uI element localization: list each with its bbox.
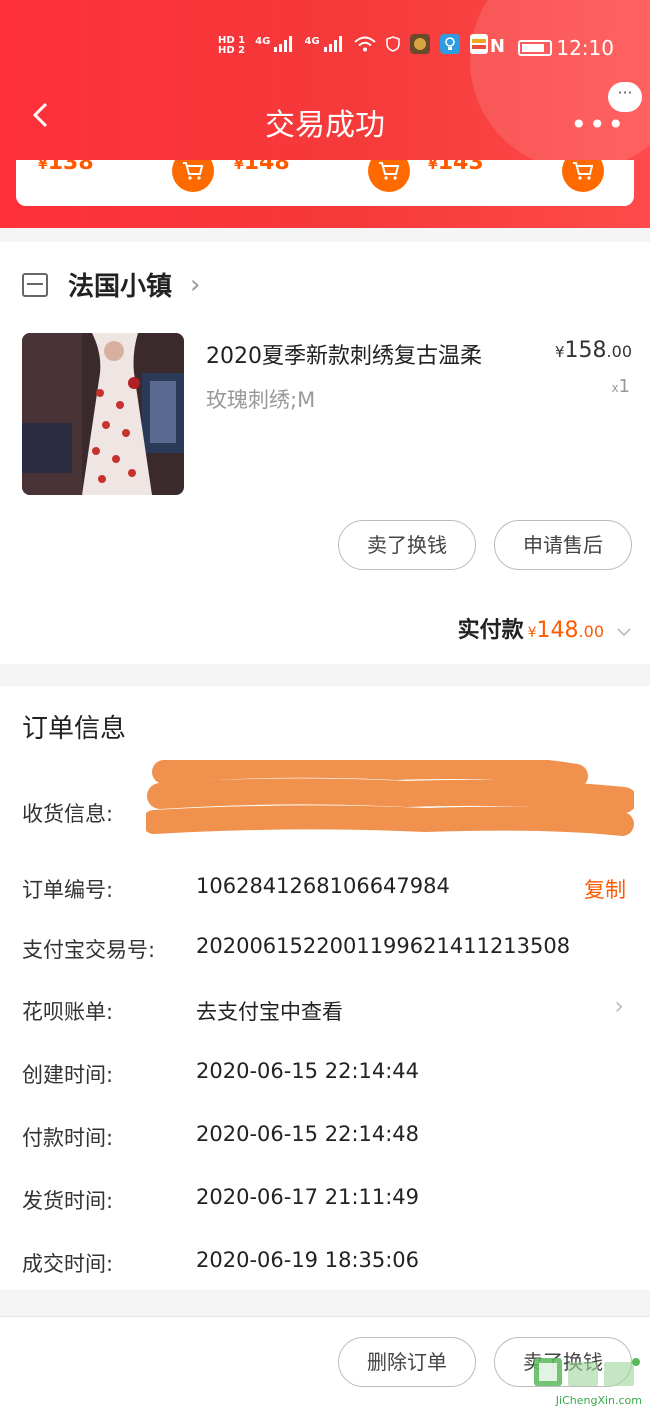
shipping-info-label: 收货信息:	[22, 802, 114, 826]
payment-time-label: 付款时间:	[22, 1126, 114, 1150]
completed-time-value: 2020-06-19 18:35:06	[196, 1248, 420, 1272]
shield-icon	[386, 36, 400, 55]
redaction-scribble	[146, 760, 634, 836]
chevron-right-icon[interactable]: ›	[614, 992, 624, 1020]
quantity-prefix: x	[611, 381, 619, 395]
price-decimal: .00	[606, 342, 632, 361]
recommend-item[interactable]: ¥143	[428, 160, 484, 175]
paid-label: 实付款	[457, 618, 524, 643]
cart-icon[interactable]	[172, 160, 214, 192]
product-title[interactable]: 2020夏季新款刺绣复古温柔	[206, 338, 482, 370]
order-number-label: 订单编号:	[22, 878, 114, 902]
after-sale-button[interactable]: 申请售后	[494, 520, 632, 570]
status-bar: HD 1 HD 2 4G 4G N 12:10	[0, 28, 650, 68]
order-card: 法国小镇 › 2020夏季新款刺绣复古温柔 玫瑰刺绣;M ¥158.00 x1 …	[0, 242, 650, 664]
store-icon	[22, 272, 48, 297]
payment-time-value: 2020-06-15 22:14:48	[196, 1122, 420, 1146]
paid-amount: ¥148.00	[527, 618, 604, 643]
wifi-icon	[354, 36, 376, 55]
product-quantity: x1	[611, 376, 630, 397]
paid-amount-row[interactable]: 实付款 ¥148.00	[458, 612, 632, 644]
recommend-item[interactable]: ¥148	[234, 160, 290, 175]
network1-label: 4G	[255, 36, 271, 47]
huabei-bill-label: 花呗账单:	[22, 1000, 114, 1024]
sim2-label: HD 2	[218, 44, 246, 56]
currency-symbol: ¥	[555, 343, 565, 361]
alipay-trade-value: 2020061522001199621411213508	[196, 934, 571, 958]
created-time-label: 创建时间:	[22, 1063, 114, 1087]
recommend-price: ¥143	[428, 160, 484, 175]
signal1-icon: 4G	[255, 36, 294, 55]
price-integer: 158	[564, 338, 607, 363]
shipped-time-label: 发货时间:	[22, 1189, 114, 1213]
sim-labels: HD 1 HD 2	[218, 35, 246, 56]
page-title: 交易成功	[265, 108, 385, 143]
delete-order-button[interactable]: 删除订单	[338, 1337, 476, 1387]
huabei-bill-link[interactable]: 去支付宝中查看	[196, 996, 343, 1026]
recommend-item[interactable]: ¥138	[38, 160, 94, 175]
shop-name: 法国小镇	[68, 272, 173, 302]
game-app-icon	[409, 34, 430, 57]
recommend-price: ¥138	[38, 160, 94, 175]
notes-app-icon	[469, 34, 488, 57]
quantity-value: 1	[618, 376, 630, 397]
product-image[interactable]	[22, 333, 184, 495]
header: HD 1 HD 2 4G 4G N 12:10 交易成功 ··· ••• ¥13…	[0, 0, 650, 228]
shipped-time-value: 2020-06-17 21:11:49	[196, 1185, 420, 1209]
chevron-right-icon: ›	[190, 269, 201, 300]
network2-label: 4G	[304, 36, 320, 47]
completed-time-label: 成交时间:	[22, 1252, 114, 1276]
shop-link[interactable]: 法国小镇 ›	[22, 266, 200, 303]
more-menu-button[interactable]: •••	[570, 108, 626, 141]
product-price: ¥158.00	[555, 338, 632, 363]
recommend-price: ¥148	[234, 160, 290, 175]
order-info-heading: 订单信息	[22, 714, 127, 744]
lightbulb-app-icon	[439, 34, 460, 57]
alipay-trade-label: 支付宝交易号:	[22, 938, 156, 962]
sell-for-cash-button[interactable]: 卖了换钱	[338, 520, 476, 570]
order-number-value: 1062841268106647984	[196, 874, 450, 898]
copy-order-number-button[interactable]: 复制	[584, 874, 626, 904]
chevron-down-icon	[616, 622, 632, 641]
status-icons: HD 1 HD 2 4G 4G	[218, 34, 488, 57]
watermark-text: JiChengXin.com	[555, 1394, 642, 1407]
signal2-icon: 4G	[304, 36, 343, 55]
product-sku: 玫瑰刺绣;M	[206, 388, 316, 412]
cart-icon[interactable]	[562, 160, 604, 192]
nfc-icon: N	[489, 36, 505, 57]
status-time: 12:10	[556, 36, 614, 60]
cart-icon[interactable]	[368, 160, 410, 192]
order-info-card: 订单信息 收货信息: 订单编号: 1062841268106647984 复制 …	[0, 686, 650, 1290]
recommend-card: ¥138 ¥148 ¥143	[16, 160, 634, 206]
created-time-value: 2020-06-15 22:14:44	[196, 1059, 420, 1083]
battery-icon	[518, 40, 552, 56]
